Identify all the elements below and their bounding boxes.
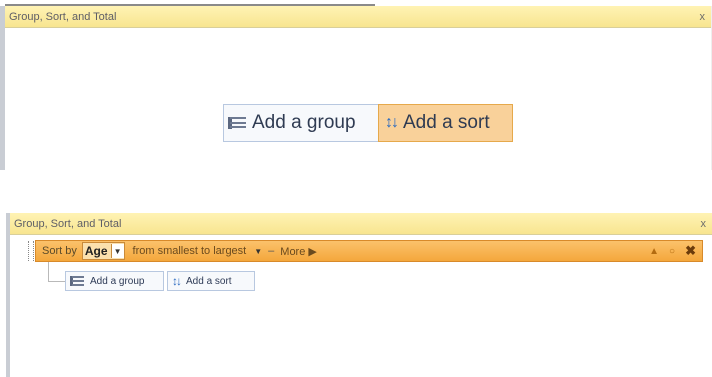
pane-title-bar: Group, Sort, and Total x xyxy=(10,213,712,235)
tree-connector xyxy=(48,262,65,282)
sort-by-label: Sort by xyxy=(42,245,77,257)
close-icon[interactable]: x xyxy=(700,11,706,23)
pane-title: Group, Sort, and Total xyxy=(14,217,122,230)
move-down-icon[interactable]: ○ xyxy=(669,246,675,257)
add-buttons-group: Add a group ↕↓ Add a sort xyxy=(65,271,255,291)
chevron-down-icon[interactable]: ▼ xyxy=(254,247,262,256)
more-options-link[interactable]: More ▶ xyxy=(280,245,317,258)
move-up-icon[interactable]: ▲ xyxy=(649,246,659,257)
separator: – xyxy=(268,245,275,257)
sort-field-value: Age xyxy=(84,244,108,258)
sort-icon: ↕↓ xyxy=(172,274,182,288)
group-sort-total-pane-bottom: Group, Sort, and Total x Sort by Age ▼ f… xyxy=(6,213,712,377)
group-icon xyxy=(228,117,246,129)
group-icon xyxy=(70,276,84,286)
add-sort-label: Add a sort xyxy=(403,112,490,133)
pane-body: Add a group ↕↓ Add a sort xyxy=(5,28,711,170)
add-sort-button[interactable]: ↕↓ Add a sort xyxy=(167,271,255,291)
group-sort-total-pane-top: Group, Sort, and Total x Add a group ↕↓ … xyxy=(0,4,712,170)
chevron-down-icon[interactable]: ▼ xyxy=(110,244,124,258)
delete-icon[interactable]: ✖ xyxy=(685,243,696,259)
divider-line xyxy=(5,0,375,6)
add-sort-label: Add a sort xyxy=(186,275,232,287)
sort-level-row[interactable]: Sort by Age ▼ from smallest to largest ▼… xyxy=(28,240,703,262)
pane-title: Group, Sort, and Total xyxy=(9,10,117,23)
pane-body: Sort by Age ▼ from smallest to largest ▼… xyxy=(10,235,712,377)
row-controls: ▲ ○ ✖ xyxy=(649,243,702,259)
pane-title-bar: Group, Sort, and Total x xyxy=(5,6,711,28)
add-group-button[interactable]: Add a group xyxy=(65,271,164,291)
add-group-button[interactable]: Add a group xyxy=(223,104,379,142)
add-buttons-group: Add a group ↕↓ Add a sort xyxy=(223,104,513,142)
add-sort-button[interactable]: ↕↓ Add a sort xyxy=(378,104,513,142)
add-group-label: Add a group xyxy=(252,112,356,133)
close-icon[interactable]: x xyxy=(701,218,707,230)
sort-icon: ↕↓ xyxy=(385,114,399,131)
row-drag-handle[interactable] xyxy=(28,241,34,261)
sort-field-select[interactable]: Age ▼ xyxy=(81,242,125,260)
add-group-label: Add a group xyxy=(90,275,145,287)
sort-order-select[interactable]: from smallest to largest xyxy=(133,245,247,257)
